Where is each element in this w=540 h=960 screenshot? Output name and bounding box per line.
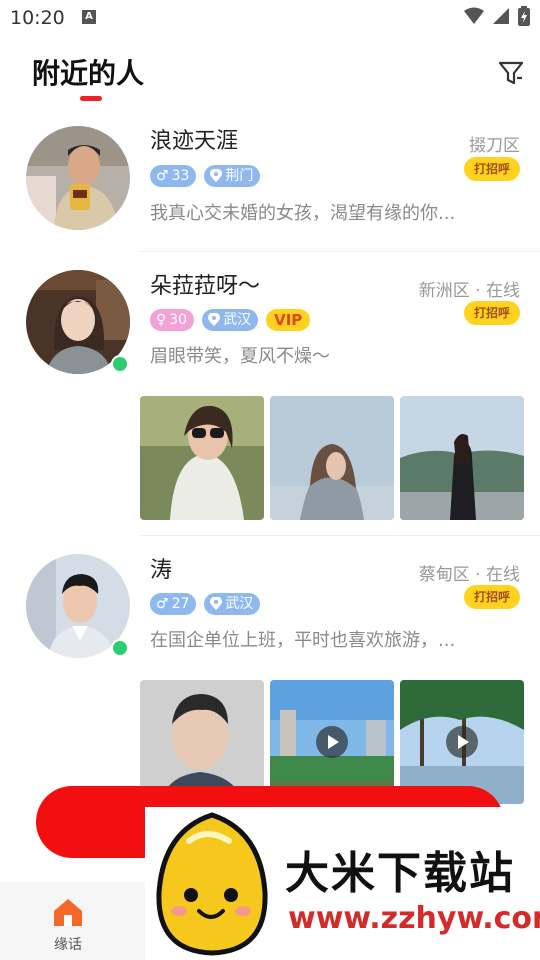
photo[interactable] (140, 396, 264, 520)
user-tags: ♂ 27 武汉 (150, 593, 261, 615)
play-icon (316, 726, 348, 758)
user-tags: ♂ 33 荆门 (150, 165, 261, 187)
play-icon (446, 726, 478, 758)
photo[interactable] (400, 396, 524, 520)
online-indicator (111, 355, 129, 373)
user-name: 浪迹天涯 (150, 129, 239, 154)
location-pin-icon (208, 313, 221, 326)
divider (140, 535, 540, 536)
status-time: 10:20 (10, 7, 65, 29)
female-icon: ♀ (156, 312, 167, 328)
user-name: 朵菈菈呀～ (150, 274, 261, 299)
gender-age-tag: ♂ 27 (150, 593, 197, 615)
rice-mascot-logo (156, 812, 268, 956)
user-bio: 在国企单位上班，平时也喜欢旅游，... (150, 630, 456, 651)
page-title[interactable]: 附近的人 (32, 52, 144, 92)
watermark: 大米下载站 www.zzhyw.com (145, 807, 540, 960)
accessibility-notification-icon: A (82, 10, 96, 24)
gender-age-tag: ♀ 30 (150, 309, 195, 331)
user-name: 涛 (150, 558, 173, 583)
watermark-title: 大米下载站 (285, 848, 515, 899)
user-bio: 我真心交未婚的女孩，渴望有缘的你... (150, 203, 456, 224)
avatar[interactable] (26, 126, 130, 230)
user-location: 蔡甸区 · 在线 (418, 565, 520, 585)
wifi-icon (464, 7, 484, 24)
user-tags: ♀ 30 武汉 VIP (150, 309, 311, 331)
greet-button[interactable]: 打招呼 (464, 585, 520, 609)
greet-button[interactable]: 打招呼 (464, 301, 520, 325)
city-tag: 武汉 (202, 309, 259, 331)
city-tag: 武汉 (204, 593, 261, 615)
male-icon: ♂ (156, 596, 169, 612)
user-location: 掇刀区 (469, 136, 520, 156)
active-tab-indicator (80, 96, 102, 101)
tab-home-label: 缘话 (54, 937, 82, 953)
location-pin-icon (210, 169, 223, 182)
location-pin-icon (210, 597, 223, 610)
watermark-url: www.zzhyw.com (288, 901, 540, 936)
filter-button[interactable] (496, 58, 526, 88)
online-indicator (111, 639, 129, 657)
divider (140, 251, 540, 252)
photo-grid (140, 396, 524, 520)
vip-badge: VIP (266, 309, 311, 331)
male-icon: ♂ (156, 168, 169, 184)
bottom-tab-bar: 缘话 (0, 882, 145, 960)
home-icon (54, 899, 82, 926)
user-bio: 眉眼带笑，夏风不燥～ (150, 346, 330, 367)
greet-button[interactable]: 打招呼 (464, 157, 520, 181)
user-location: 新洲区 · 在线 (418, 281, 520, 301)
status-icons (464, 6, 530, 26)
battery-icon (518, 6, 530, 26)
gender-age-tag: ♂ 33 (150, 165, 197, 187)
signal-icon (493, 8, 509, 24)
photo[interactable] (270, 396, 394, 520)
status-bar: 10:20 A (0, 0, 540, 36)
city-tag: 荆门 (204, 165, 261, 187)
filter-icon (498, 61, 524, 85)
